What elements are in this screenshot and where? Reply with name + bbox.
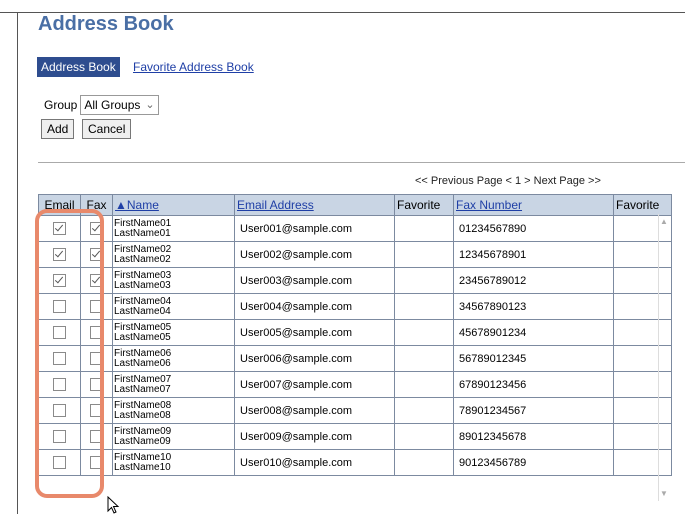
last-name: LastName07 [114, 383, 171, 395]
favorite-email-cell [394, 241, 454, 268]
pagination[interactable]: << Previous Page < 1 > Next Page >> [415, 175, 601, 187]
name-cell: FirstName03 LastName03 [112, 267, 235, 294]
table-row: FirstName02 LastName02 User002@sample.com 1… [38, 241, 672, 268]
first-name: FirstName06 [114, 347, 172, 359]
email-address-cell: User009@sample.com [234, 423, 395, 450]
tab-favorite-address-book[interactable]: Favorite Address Book [133, 57, 254, 77]
favorite-email-cell [394, 397, 454, 424]
group-select[interactable]: All Groups ⌄ [80, 95, 159, 115]
scroll-up-icon[interactable]: ▲ [660, 217, 668, 226]
sort-fax-number-link[interactable]: Fax Number [456, 198, 522, 212]
address-table: Email Fax ▲Name Email Address Favorite F… [38, 194, 672, 476]
name-cell: FirstName07 LastName07 [112, 371, 235, 398]
scroll-down-icon[interactable]: ▼ [660, 489, 668, 498]
fax-number-cell: 45678901234 [453, 319, 614, 346]
favorite-email-cell [394, 267, 454, 294]
chevron-down-icon: ⌄ [145, 99, 155, 111]
last-name: LastName06 [114, 357, 171, 369]
favorite-email-cell [394, 293, 454, 320]
fax-number-cell: 34567890123 [453, 293, 614, 320]
table-body: FirstName01 LastName01 User001@sample.com 0… [38, 215, 672, 476]
group-select-value: All Groups [84, 98, 141, 112]
fax-number-cell: 23456789012 [453, 267, 614, 294]
favorite-email-cell [394, 319, 454, 346]
fax-number-cell: 67890123456 [453, 371, 614, 398]
frame-left-border [17, 12, 18, 514]
email-address-cell: User006@sample.com [234, 345, 395, 372]
last-name: LastName09 [114, 435, 171, 447]
name-cell: FirstName06 LastName06 [112, 345, 235, 372]
first-name: FirstName07 [114, 373, 172, 385]
table-row: FirstName06 LastName06 User006@sample.com 5… [38, 345, 672, 372]
fax-number-cell: 89012345678 [453, 423, 614, 450]
email-address-cell: User001@sample.com [234, 215, 395, 242]
tab-address-book[interactable]: Address Book [37, 57, 120, 77]
fax-number-cell: 90123456789 [453, 449, 614, 476]
table-row: FirstName09 LastName09 User009@sample.com 8… [38, 423, 672, 450]
col-favorite-email: Favorite [394, 194, 454, 216]
favorite-email-cell [394, 215, 454, 242]
col-favorite-fax: Favorite [613, 194, 672, 216]
email-address-cell: User002@sample.com [234, 241, 395, 268]
first-name: FirstName03 [114, 269, 172, 281]
first-name: FirstName04 [114, 295, 172, 307]
last-name: LastName03 [114, 279, 171, 291]
name-cell: FirstName09 LastName09 [112, 423, 235, 450]
first-name: FirstName10 [114, 451, 172, 463]
col-name[interactable]: ▲Name [112, 194, 235, 216]
name-cell: FirstName08 LastName08 [112, 397, 235, 424]
first-name: FirstName05 [114, 321, 172, 333]
table-row: FirstName10 LastName10 User010@sample.com 9… [38, 449, 672, 476]
scrollbar[interactable]: ▲ ▼ [658, 214, 669, 501]
email-address-cell: User008@sample.com [234, 397, 395, 424]
table-row: FirstName05 LastName05 User005@sample.com 4… [38, 319, 672, 346]
email-address-cell: User004@sample.com [234, 293, 395, 320]
favorite-email-cell [394, 345, 454, 372]
name-cell: FirstName02 LastName02 [112, 241, 235, 268]
group-filter: Group All Groups ⌄ [44, 95, 159, 115]
fax-number-cell: 78901234567 [453, 397, 614, 424]
add-button[interactable]: Add [41, 119, 75, 139]
table-row: FirstName07 LastName07 User007@sample.com 6… [38, 371, 672, 398]
sort-name-link[interactable]: ▲Name [115, 198, 159, 212]
name-cell: FirstName10 LastName10 [112, 449, 235, 476]
table-row: FirstName03 LastName03 User003@sample.com 2… [38, 267, 672, 294]
sort-email-address-link[interactable]: Email Address [237, 198, 314, 212]
table-row: FirstName04 LastName04 User004@sample.com 3… [38, 293, 672, 320]
email-address-cell: User010@sample.com [234, 449, 395, 476]
email-address-cell: User003@sample.com [234, 267, 395, 294]
divider [38, 162, 685, 163]
col-fax-number[interactable]: Fax Number [453, 194, 614, 216]
last-name: LastName01 [114, 227, 171, 239]
cancel-button[interactable]: Cancel [82, 119, 132, 139]
email-address-cell: User005@sample.com [234, 319, 395, 346]
page-title: Address Book [38, 13, 174, 35]
table-row: FirstName08 LastName08 User008@sample.com 7… [38, 397, 672, 424]
fax-number-cell: 56789012345 [453, 345, 614, 372]
first-name: FirstName01 [114, 217, 172, 229]
table-row: FirstName01 LastName01 User001@sample.com 0… [38, 215, 672, 242]
col-email-address[interactable]: Email Address [234, 194, 395, 216]
last-name: LastName04 [114, 305, 171, 317]
fax-number-cell: 12345678901 [453, 241, 614, 268]
mouse-pointer-icon [107, 496, 120, 514]
fax-number-cell: 01234567890 [453, 215, 614, 242]
first-name: FirstName02 [114, 243, 172, 255]
last-name: LastName10 [114, 461, 171, 473]
favorite-email-cell [394, 423, 454, 450]
group-label: Group [44, 98, 78, 112]
checkbox-columns-highlight [35, 209, 104, 498]
table-header-row: Email Fax ▲Name Email Address Favorite F… [38, 194, 672, 216]
favorite-email-cell [394, 371, 454, 398]
email-address-cell: User007@sample.com [234, 371, 395, 398]
favorite-email-cell [394, 449, 454, 476]
first-name: FirstName08 [114, 399, 172, 411]
name-cell: FirstName05 LastName05 [112, 319, 235, 346]
last-name: LastName02 [114, 253, 171, 265]
first-name: FirstName09 [114, 425, 172, 437]
last-name: LastName05 [114, 331, 171, 343]
name-cell: FirstName04 LastName04 [112, 293, 235, 320]
last-name: LastName08 [114, 409, 171, 421]
name-cell: FirstName01 LastName01 [112, 215, 235, 242]
